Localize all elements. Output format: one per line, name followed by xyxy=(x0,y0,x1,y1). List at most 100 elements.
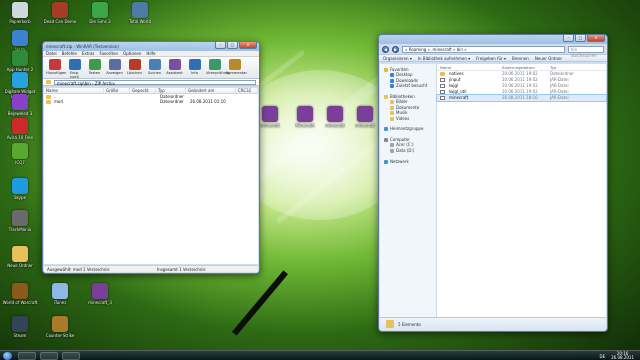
maximize-button[interactable]: □ xyxy=(575,35,586,42)
tray-clock[interactable]: 20:16 26.08.2011 xyxy=(611,351,634,360)
toolbar-button-hinzufügen[interactable]: Hinzufügen xyxy=(46,59,66,76)
winrar-status-right: Insgesamt 1 Verzeichnis xyxy=(157,266,206,272)
toolbar-button-testen[interactable]: Testen xyxy=(86,59,103,76)
command-in-bibliothek-aufnehmen[interactable]: In Bibliothek aufnehmen ▾ xyxy=(418,56,470,61)
desktop-icon-world-of-warcraft[interactable]: World of Warcraft xyxy=(0,283,40,305)
toolbar-button-assistent[interactable]: Assistent xyxy=(166,59,183,76)
file-list[interactable]: Name Änderungsdatum Typ natives 20.06.2011 … xyxy=(436,64,607,317)
nav-label: Zuletzt besucht xyxy=(396,83,428,89)
desktop-icon-total-world[interactable]: Total World xyxy=(120,2,160,24)
column-header-name[interactable]: Name xyxy=(437,64,499,70)
column-header-geändert-am[interactable]: Geändert am xyxy=(186,88,236,93)
toolbar-label: Anzeigen xyxy=(106,71,123,75)
column-header-typ[interactable]: Typ xyxy=(156,88,186,93)
desktop-icon-skype[interactable]: Skype xyxy=(0,178,40,200)
desktop-icon-app-hunter-2[interactable]: App Hunter 2 xyxy=(0,50,40,72)
forward-icon[interactable]: ▶ xyxy=(392,45,399,53)
column-header-änderungsdatum[interactable]: Änderungsdatum xyxy=(499,64,547,70)
desktop-icon-label: Avira 10 Free xyxy=(6,135,34,140)
toolbar-button-info[interactable]: Info xyxy=(186,59,203,76)
winrar-statusbar: Ausgewählt: mod 1 Verzeichnis Insgesamt … xyxy=(44,265,258,272)
winrar-file-list[interactable]: Name Größe Gepackt Typ Geändert am CRC32 .. Da… xyxy=(44,88,258,264)
menu-item-favoriten[interactable]: Favoriten xyxy=(100,51,119,56)
desktop-icon-label: App Hunter 2 xyxy=(6,67,34,72)
desktop-icon-minecraft[interactable]: minecraft xyxy=(350,106,380,128)
toolbar-button-kommentar[interactable]: Kommentar xyxy=(226,59,247,76)
taskbar-item[interactable] xyxy=(18,352,36,360)
desktop-icon-label: Skype xyxy=(13,195,27,200)
menu-item-datei[interactable]: Datei xyxy=(46,51,57,56)
desktop-icon-label: TrackMania xyxy=(8,227,32,232)
explorer-titlebar[interactable]: – □ ✕ xyxy=(379,35,607,44)
desktop-icon-counter-strike[interactable]: Counter-Strike xyxy=(40,316,80,338)
desktop-icon-itunes[interactable]: iTunes xyxy=(40,283,80,305)
test-icon xyxy=(88,59,101,70)
navigation-pane: Favoriten Desktop Downloads Zuletzt besucht… xyxy=(380,64,437,317)
column-header-name[interactable]: Name xyxy=(44,88,104,93)
desktop-icon-die-sims-3[interactable]: Die Sims 3 xyxy=(80,2,120,24)
desktop-icon-vuze[interactable]: Vuze xyxy=(0,30,40,52)
file-row-minecraft[interactable]: minecraft 26.08.2011 18:10 JAR-Datei xyxy=(436,94,607,102)
menu-item-extras[interactable]: Extras xyxy=(82,51,95,56)
start-button[interactable] xyxy=(3,352,12,360)
wizard-icon xyxy=(168,59,181,70)
command-freigeben-für[interactable]: Freigeben für ▾ xyxy=(476,56,506,61)
desktop-icon-minecraft[interactable]: minecraft xyxy=(320,106,350,128)
menu-item-optionen[interactable]: Optionen xyxy=(123,51,141,56)
desktop-icon-dead-can-demo[interactable]: Dead Can Demo xyxy=(40,2,80,24)
desktop-icon-bejeweled-3[interactable]: Bejeweled 3 xyxy=(0,94,40,116)
maximize-button[interactable]: □ xyxy=(227,42,238,49)
vuze-icon xyxy=(12,30,28,46)
taskbar-item[interactable] xyxy=(40,352,58,360)
command-neuer-ordner[interactable]: Neuer Ordner xyxy=(535,56,562,61)
toolbar-button-anzeigen[interactable]: Anzeigen xyxy=(106,59,123,76)
menu-item-befehle[interactable]: Befehle xyxy=(62,51,77,56)
nav-label: Dokumente xyxy=(396,104,420,110)
column-header-größe[interactable]: Größe xyxy=(104,88,130,93)
up-folder-icon[interactable] xyxy=(46,80,51,84)
desktop-icon-minecraft-3[interactable]: minecraft_3 xyxy=(80,283,120,305)
nav-item-netzwerk[interactable]: Netzwerk xyxy=(380,159,436,164)
cell-modified: 26.08.2011 01:10 xyxy=(186,99,236,104)
minimize-button[interactable]: – xyxy=(563,35,574,42)
desktop-icon-icq7[interactable]: ICQ7 xyxy=(0,143,40,165)
address-bar[interactable]: « Roaming » .minecraft » bin » xyxy=(402,45,565,53)
desktop-icon-label: ICQ7 xyxy=(15,160,25,165)
desktop-icon-trackmania[interactable]: TrackMania xyxy=(0,210,40,232)
language-indicator[interactable]: DE xyxy=(599,354,605,359)
command-brennen[interactable]: Brennen xyxy=(512,56,529,61)
column-header-crc32[interactable]: CRC32 xyxy=(236,88,258,93)
delete-icon xyxy=(128,59,141,70)
toolbar-button-löschen[interactable]: Löschen xyxy=(126,59,143,76)
command-organisieren[interactable]: Organisieren ▾ xyxy=(383,56,412,61)
table-row[interactable]: mod Dateiordner 26.08.2011 01:10 xyxy=(44,99,258,104)
back-icon[interactable]: ◀ xyxy=(382,45,389,53)
close-button[interactable]: ✕ xyxy=(239,42,257,49)
desktop-icon-steam[interactable]: Steam xyxy=(0,316,40,338)
cell-text: 26.08.2011 01:10 xyxy=(190,99,226,104)
winrar-titlebar[interactable]: minecraft.zip - WinRAR (Testversion) – □… xyxy=(43,42,259,51)
search-input[interactable]: bin durchsuchen xyxy=(568,45,604,58)
minimize-button[interactable]: – xyxy=(215,42,226,49)
menu-item-hilfe[interactable]: Hilfe xyxy=(146,51,155,56)
wow-icon xyxy=(12,283,28,299)
toolbar-button-suchen[interactable]: Suchen xyxy=(146,59,163,76)
toolbar-button-entp-nach[interactable]: Entp. nach xyxy=(66,59,83,79)
drive-icon xyxy=(390,148,394,153)
desktop-icon-minecraft[interactable]: Minecraft xyxy=(290,106,320,128)
column-header-typ[interactable]: Typ xyxy=(547,64,587,70)
cell-text xyxy=(106,99,108,104)
desktop-icon-avira-10-free[interactable]: Avira 10 Free xyxy=(0,118,40,140)
taskbar-item[interactable] xyxy=(62,352,80,360)
close-button[interactable]: ✕ xyxy=(587,35,605,42)
rar-icon xyxy=(297,106,313,122)
nav-label: Computer xyxy=(390,137,410,143)
desktop-icon-papierkorb[interactable]: Papierkorb xyxy=(0,2,40,24)
explorer-window[interactable]: – □ ✕ ◀ ▶ « Roaming » .minecraft » bin »… xyxy=(378,34,608,332)
winrar-path-field[interactable]: minecraft.zip\bin - ZIP Archiv xyxy=(54,79,256,86)
winrar-path-text: minecraft.zip\bin - ZIP Archiv xyxy=(57,80,115,86)
column-header-gepackt[interactable]: Gepackt xyxy=(130,88,156,93)
desktop-icon-neue-ordner[interactable]: Neue Ordner xyxy=(0,246,40,268)
toolbar-button-virenprüfung[interactable]: Virenprüfung xyxy=(206,59,229,76)
winrar-window[interactable]: minecraft.zip - WinRAR (Testversion) – □… xyxy=(42,41,260,274)
